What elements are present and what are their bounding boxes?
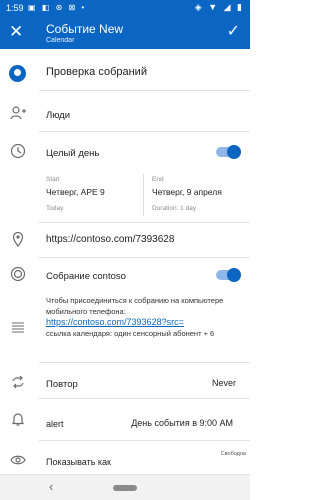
toggle-knob	[227, 145, 241, 159]
divider	[39, 131, 250, 132]
description-line: Чтобы присоединиться к собранию на компь…	[46, 296, 224, 305]
start-sub: Today	[46, 205, 64, 212]
start-caption: Start	[46, 176, 60, 183]
location-pin-icon	[9, 230, 27, 248]
date-separator	[143, 174, 144, 216]
end-date[interactable]: Четверг, 9 апреля	[152, 187, 222, 197]
show-as-label: Показывать как	[46, 457, 111, 467]
description-line: ссылка календаря: один сенсорный абонент…	[46, 329, 215, 338]
back-icon[interactable]: ‹	[49, 479, 53, 494]
divider	[39, 362, 250, 363]
clock-icon	[9, 142, 27, 160]
eye-icon	[9, 451, 27, 469]
online-meeting-label: Собрание contoso	[46, 271, 126, 282]
start-date[interactable]: Четверг, APE 9	[46, 187, 105, 197]
all-day-label: Целый день	[46, 148, 100, 159]
divider	[39, 440, 250, 441]
end-sub: Duration: 1 day	[152, 205, 197, 212]
page-title: Событие New	[46, 22, 124, 36]
status-time: 1:59	[6, 3, 24, 13]
divider	[39, 398, 250, 399]
page-subtitle: Calendar	[46, 37, 75, 44]
system-nav-bar: ‹	[0, 474, 250, 500]
repeat-label: Повтор	[46, 379, 78, 390]
divider	[39, 90, 250, 91]
system-icons: ◈ ▼ ◢ ▮	[194, 2, 244, 12]
repeat-icon	[9, 373, 27, 391]
alert-value[interactable]: День события в 9:00 AM	[131, 418, 233, 428]
status-bar: 1:59 ▣ ◧ ⊛ ⊠ • ◈ ▼ ◢ ▮	[0, 0, 250, 17]
bell-icon	[9, 410, 27, 428]
home-pill[interactable]	[113, 485, 137, 491]
description-lines-icon	[9, 318, 27, 336]
end-caption: End	[152, 176, 164, 183]
all-day-toggle[interactable]	[216, 145, 241, 159]
save-check-icon[interactable]: ✓	[227, 23, 240, 41]
show-as-value[interactable]: Свободна	[221, 451, 246, 457]
app-bar: ✕ Событие New Calendar ✓	[0, 17, 250, 49]
divider	[39, 257, 250, 258]
description-field[interactable]: Чтобы присоединиться к собранию на компь…	[46, 295, 246, 339]
online-meeting-icon	[9, 265, 27, 283]
notification-icons: ▣ ◧ ⊛ ⊠ •	[28, 3, 87, 12]
event-title-input[interactable]: Проверка собраний	[46, 66, 147, 78]
divider	[39, 222, 250, 223]
repeat-value[interactable]: Never	[212, 378, 236, 388]
user-plus-icon	[9, 104, 27, 122]
meeting-link[interactable]: https://contoso.com/7393628?src=	[46, 317, 246, 328]
toggle-knob	[227, 268, 241, 282]
alert-label: alert	[46, 419, 64, 429]
close-icon[interactable]: ✕	[9, 23, 23, 41]
online-meeting-toggle[interactable]	[216, 268, 241, 282]
description-line: мобильного телефона:	[46, 307, 126, 316]
people-field[interactable]: Люди	[46, 110, 70, 121]
calendar-color-icon[interactable]	[9, 65, 26, 82]
location-field[interactable]: https://contoso.com/7393628	[46, 234, 174, 245]
